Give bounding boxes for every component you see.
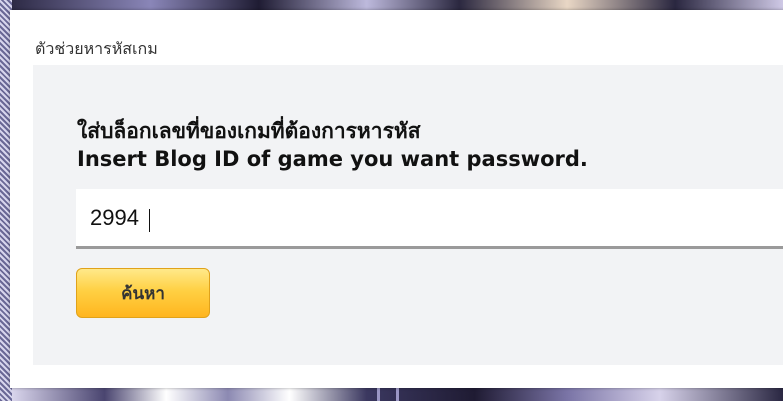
heading-english: Insert Blog ID of game you want password… <box>77 147 588 171</box>
search-form: ใส่บล็อกเลขที่ของเกมที่ต้องการหารหัส Ins… <box>33 65 783 365</box>
blog-id-field <box>76 189 783 249</box>
panel-title: ตัวช่วยหารหัสเกม <box>35 39 158 58</box>
search-button[interactable]: ค้นหา <box>76 268 210 318</box>
form-heading: ใส่บล็อกเลขที่ของเกมที่ต้องการหารหัส Ins… <box>77 117 588 173</box>
text-caret <box>149 209 150 232</box>
blog-id-input[interactable] <box>76 189 783 246</box>
heading-thai: ใส่บล็อกเลขที่ของเกมที่ต้องการหารหัส <box>77 119 421 143</box>
password-helper-panel: ตัวช่วยหารหัสเกม ใส่บล็อกเลขที่ของเกมที่… <box>10 10 783 388</box>
